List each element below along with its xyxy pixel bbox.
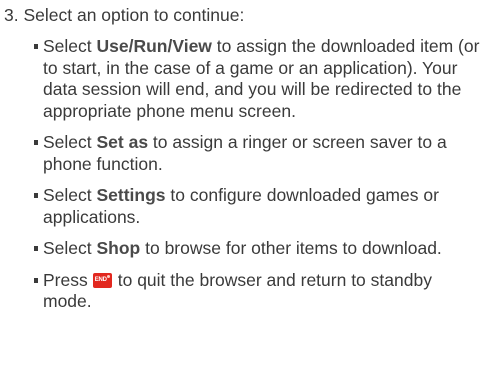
bullet-icon <box>34 140 38 145</box>
item-prefix: Press <box>43 269 88 290</box>
end-key-label: END <box>94 276 107 283</box>
step-text: Select an option to continue: <box>23 5 245 25</box>
item-option-name: Set as <box>96 132 149 152</box>
bullet-icon <box>34 44 38 49</box>
manual-page: 3. Select an option to continue: Select … <box>0 0 485 374</box>
option-list: Select Use/Run/View to assign the downlo… <box>34 36 482 323</box>
list-item-use-run-view: Select Use/Run/View to assign the downlo… <box>34 36 482 122</box>
end-key-icon: END <box>92 272 112 288</box>
list-item-set-as: Select Set as to assign a ringer or scre… <box>34 132 482 175</box>
item-description: to browse for other items to download. <box>140 238 442 258</box>
bullet-icon <box>34 193 38 198</box>
bullet-icon <box>34 246 38 251</box>
end-key-dot <box>106 274 110 278</box>
list-item-end-key: Press END to quit the browser and return t… <box>34 270 482 313</box>
item-prefix: Select <box>43 132 97 152</box>
item-option-name: Settings <box>96 185 166 205</box>
item-prefix: Select <box>43 185 97 205</box>
item-option-name: Use/Run/View <box>96 36 212 56</box>
step-number: 3. <box>4 5 19 25</box>
list-item-settings: Select Settings to configure downloaded … <box>34 185 482 228</box>
list-item-shop: Select Shop to browse for other items to… <box>34 238 482 260</box>
item-option-name: Shop <box>96 238 141 258</box>
step-3: 3. Select an option to continue: <box>4 4 244 26</box>
item-prefix: Select <box>43 238 97 258</box>
bullet-icon <box>34 277 38 283</box>
item-prefix: Select <box>43 36 97 56</box>
